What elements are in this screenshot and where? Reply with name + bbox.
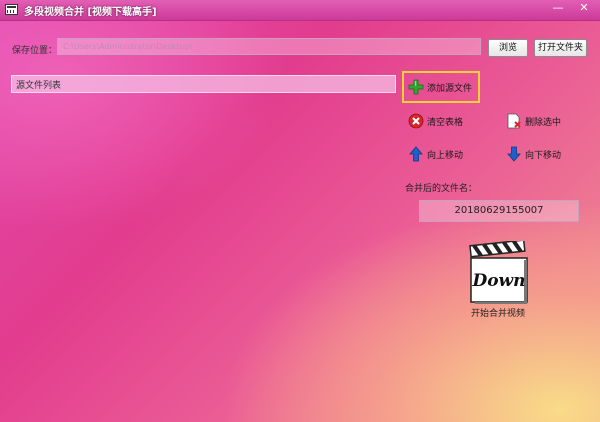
arrow-up-icon <box>408 146 424 162</box>
clapperboard-text: Down <box>471 271 525 291</box>
window-title: 多段视频合并 [视频下载高手] <box>24 7 157 18</box>
app-film-icon <box>5 4 18 15</box>
move-up-button[interactable]: 向上移动 <box>408 146 463 162</box>
add-source-label: 添加源文件 <box>427 83 473 94</box>
save-location-label: 保存位置： <box>12 46 58 56</box>
title-bar: 多段视频合并 [视频下载高手] — ✕ <box>0 0 600 21</box>
start-merge-button[interactable]: Down 开始合并视频 <box>466 239 530 319</box>
delete-selected-button[interactable]: 删除选中 <box>506 113 561 129</box>
save-path-input[interactable] <box>57 38 481 55</box>
start-merge-label: 开始合并视频 <box>470 309 525 319</box>
source-file-list[interactable]: 源文件列表 <box>11 75 396 93</box>
clear-table-label: 清空表格 <box>427 117 464 128</box>
clapperboard-down-icon: Down <box>469 239 528 304</box>
merged-filename-label: 合并后的文件名： <box>405 184 478 194</box>
move-down-button[interactable]: 向下移动 <box>506 146 561 162</box>
move-up-label: 向上移动 <box>427 150 464 161</box>
red-x-icon <box>408 113 424 129</box>
arrow-down-icon <box>506 146 522 162</box>
clear-table-button[interactable]: 清空表格 <box>408 113 463 129</box>
delete-selected-label: 删除选中 <box>525 117 562 128</box>
add-source-button[interactable]: 添加源文件 <box>408 79 472 95</box>
minimize-button[interactable]: — <box>546 0 570 17</box>
browse-button[interactable]: 浏览 <box>488 39 528 57</box>
move-down-label: 向下移动 <box>525 150 562 161</box>
close-button[interactable]: ✕ <box>572 0 596 17</box>
open-folder-button[interactable]: 打开文件夹 <box>534 39 587 57</box>
green-plus-icon <box>408 79 424 95</box>
merged-filename-field[interactable]: 20180629155007 <box>419 200 579 222</box>
delete-file-icon <box>506 113 522 129</box>
file-list-header: 源文件列表 <box>16 81 62 91</box>
